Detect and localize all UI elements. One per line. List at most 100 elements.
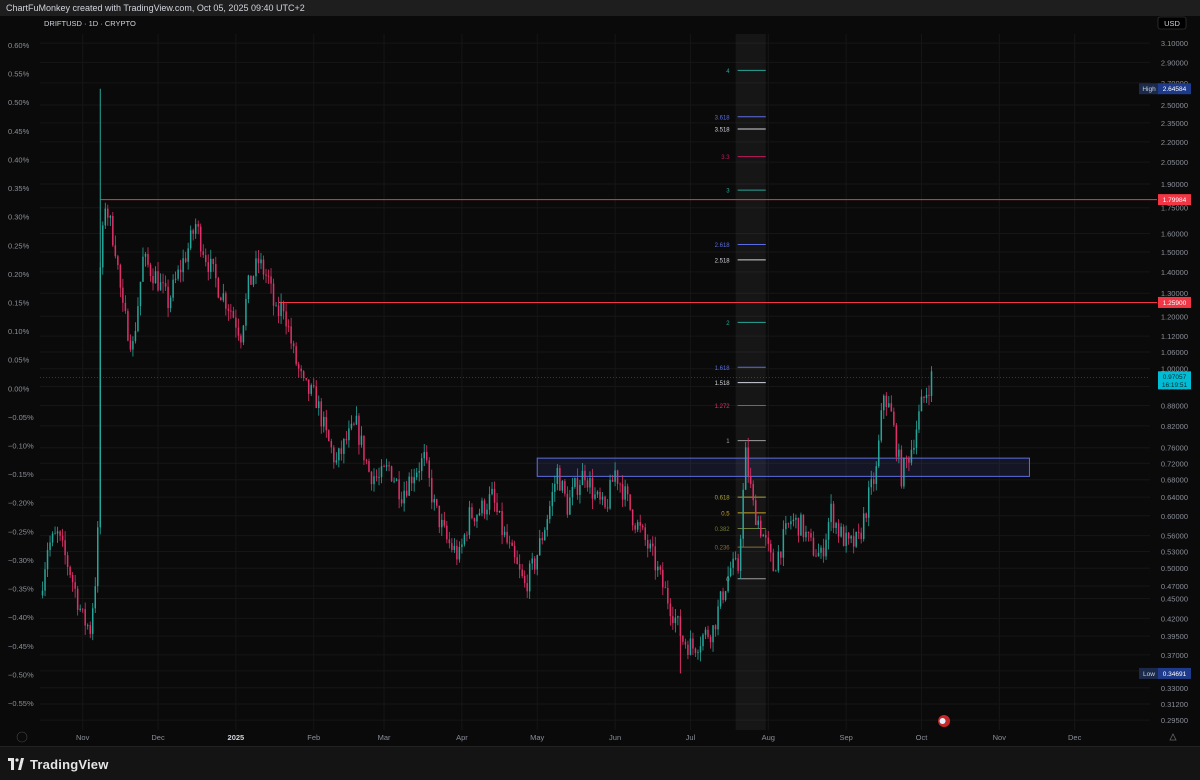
candle-body (770, 543, 772, 553)
tradingview-logo[interactable]: TradingView (8, 755, 109, 773)
candle-body (59, 531, 61, 536)
candle-body (822, 547, 825, 557)
candle-body (154, 271, 157, 284)
candle-body (835, 523, 837, 529)
candle-body (207, 262, 210, 273)
left-axis-tick-label: −0.40% (8, 613, 34, 622)
last-price-value: 0.97057 (1163, 374, 1187, 381)
candle-body (905, 458, 908, 460)
candle-body (61, 535, 64, 541)
candle-body (792, 519, 795, 522)
candle-body (179, 269, 182, 273)
left-axis-tick-label: −0.15% (8, 470, 34, 479)
candle-body (930, 371, 933, 396)
chart-area[interactable]: 3.100002.900002.700002.500002.350002.200… (0, 16, 1200, 746)
right-axis-tick-label: 0.56000 (1161, 532, 1188, 541)
candle-body (194, 224, 197, 234)
candle-body (172, 279, 174, 298)
candle-body (237, 327, 240, 336)
candle-body (453, 545, 456, 550)
candle-body (275, 305, 277, 307)
candle-body (815, 555, 817, 557)
candle-body (611, 480, 614, 482)
candle-body (551, 491, 554, 507)
price-chart[interactable]: 3.100002.900002.700002.500002.350002.200… (0, 16, 1200, 746)
candle-body (890, 403, 893, 412)
candle-body (320, 401, 323, 427)
candle-body (290, 326, 292, 344)
candle-body (215, 263, 217, 279)
left-axis-tick-label: 0.50% (8, 98, 30, 107)
candle-body (717, 606, 719, 630)
left-axis-tick-label: −0.30% (8, 556, 34, 565)
candle-body (825, 539, 827, 557)
candle-body (734, 558, 737, 560)
candle-body (340, 448, 343, 454)
right-axis-tick-label: 0.50000 (1161, 564, 1188, 573)
candle-body (888, 403, 890, 407)
right-axis-tick-label: 0.39500 (1161, 632, 1188, 641)
candle-body (631, 509, 634, 526)
candle-body (423, 452, 425, 459)
candle-body (86, 625, 89, 626)
candle-body (107, 208, 109, 218)
x-axis-tick-label: Jun (609, 733, 621, 742)
candle-body (684, 641, 687, 645)
candle-body (634, 525, 636, 530)
candle-body (257, 258, 260, 264)
left-axis-tick-label: 0.40% (8, 155, 30, 164)
fib-level-label: 3.618 (715, 115, 731, 121)
candle-body (918, 411, 920, 430)
candle-body (687, 644, 689, 655)
fib-level-label: 1.618 (715, 366, 731, 372)
candle-body (549, 506, 551, 520)
candle-body (546, 519, 549, 531)
candle-body (609, 480, 611, 509)
candle-body (230, 310, 232, 312)
candle-body (323, 416, 325, 427)
candle-body (621, 484, 624, 500)
right-axis-tick-label: 2.50000 (1161, 101, 1188, 110)
symbol-label: DRIFTUSD · 1D · CRYPTO (44, 19, 136, 28)
candle-body (626, 486, 629, 495)
candle-body (476, 515, 478, 522)
candle-body (762, 534, 765, 537)
candle-body (503, 531, 506, 535)
candle-body (247, 275, 250, 299)
candle-body (644, 527, 646, 540)
candle-body (893, 411, 895, 426)
candle-body (727, 575, 729, 592)
candle-body (89, 625, 91, 634)
candle-body (277, 305, 280, 317)
candle-body (920, 396, 923, 412)
candle-body (925, 394, 928, 399)
x-axis-tick-label: Nov (76, 733, 90, 742)
right-axis-tick-label: 0.42000 (1161, 614, 1188, 623)
candle-body (873, 479, 875, 484)
candle-body (297, 364, 300, 369)
candle-body (471, 507, 473, 519)
candle-body (757, 520, 759, 526)
candle-body (255, 258, 257, 277)
candle-body (604, 496, 606, 508)
candle-body (677, 616, 679, 618)
candle-body (496, 502, 498, 513)
x-axis-tick-label: Aug (762, 733, 775, 742)
candle-body (616, 470, 619, 484)
candle-body (353, 423, 355, 425)
candle-body (41, 590, 44, 596)
left-axis-tick-label: 0.05% (8, 356, 30, 365)
candle-body (601, 496, 604, 500)
candle-body (197, 224, 199, 227)
candle-body (461, 544, 463, 548)
right-axis-tick-label: 0.68000 (1161, 476, 1188, 485)
candle-body (147, 254, 149, 265)
candle-body (383, 466, 385, 467)
right-axis-tick-label: 0.47000 (1161, 582, 1188, 591)
candle-body (528, 563, 531, 592)
right-axis-tick-label: 1.40000 (1161, 268, 1188, 277)
candle-body (747, 447, 749, 476)
candle-body (129, 340, 132, 350)
candle-body (333, 447, 335, 463)
candle-body (629, 494, 631, 510)
